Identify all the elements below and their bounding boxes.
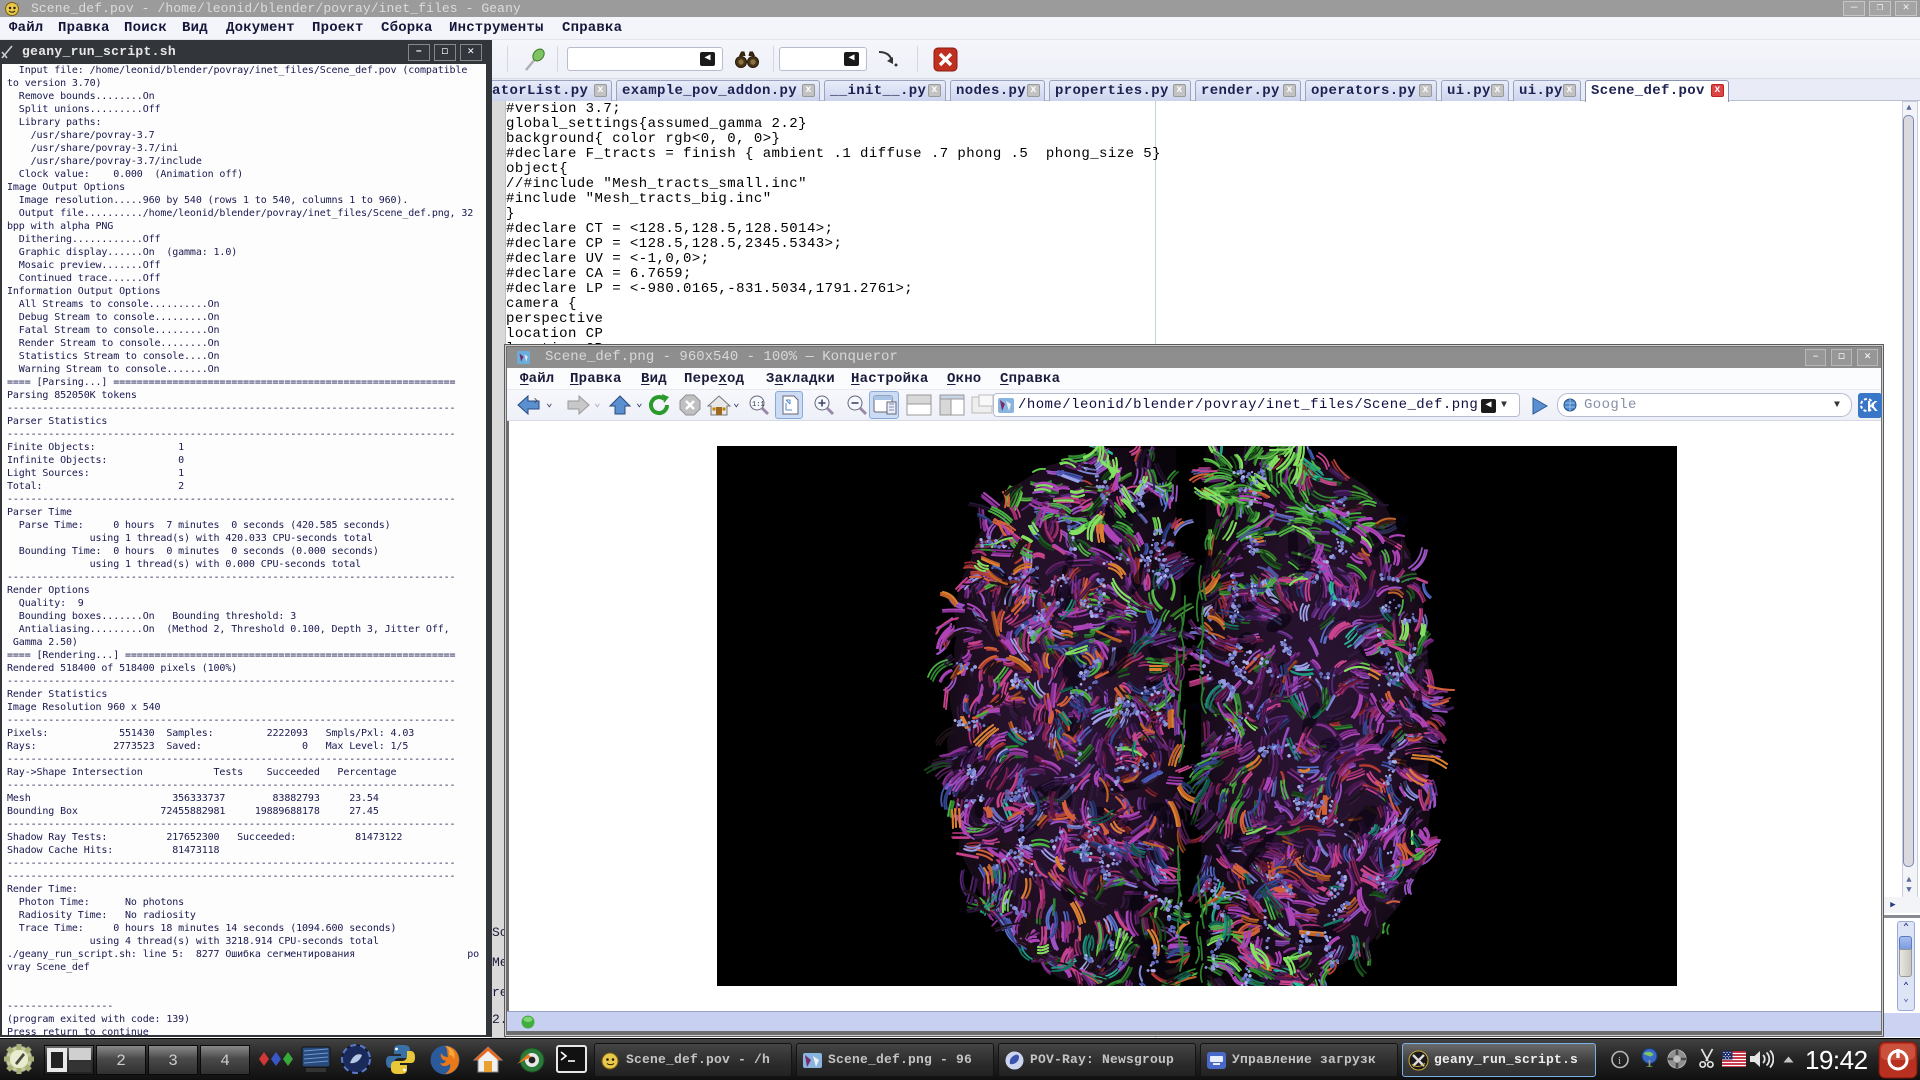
svg-text:i: i bbox=[1618, 1055, 1621, 1067]
